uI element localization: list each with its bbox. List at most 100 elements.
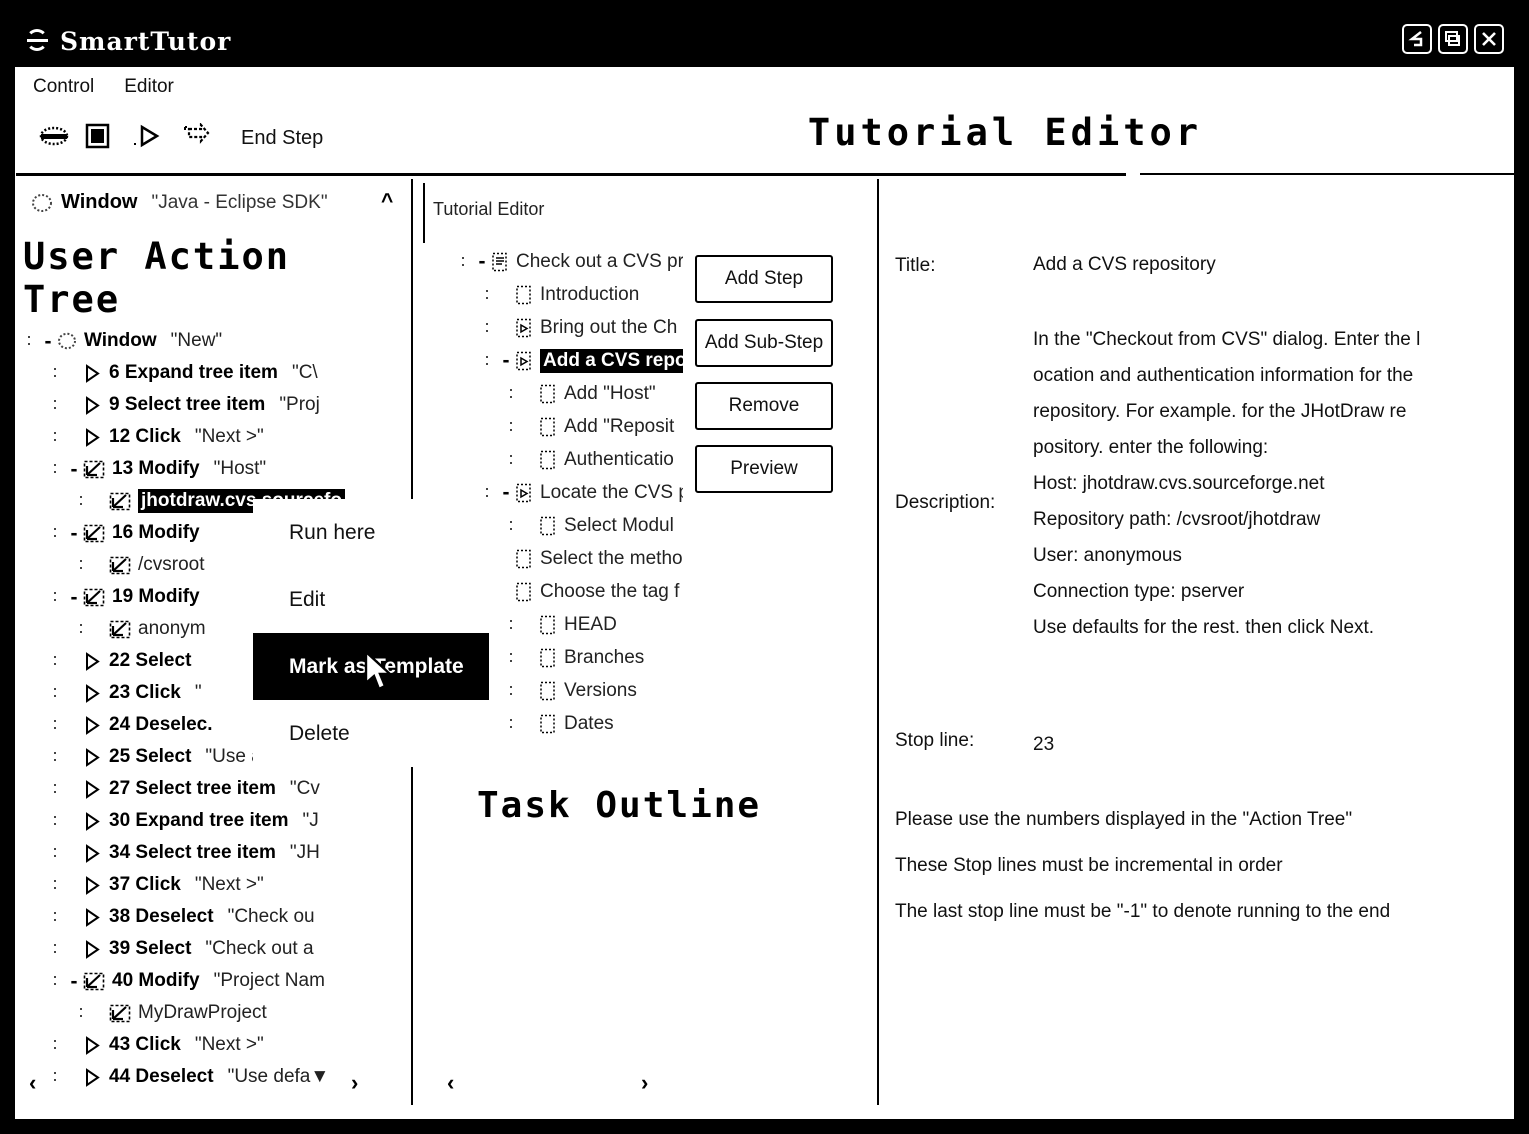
description-line: Host: jhotdraw.cvs.sourceforge.net bbox=[1033, 473, 1325, 494]
tree-toggle[interactable]: - bbox=[473, 251, 491, 272]
left-scroll-left-arrow[interactable]: ‹ bbox=[29, 1072, 36, 1094]
task-outline-row[interactable]: Select the metho bbox=[457, 542, 683, 575]
window-title: SmartTutor bbox=[60, 26, 232, 56]
task-outline-row[interactable]: Versions bbox=[457, 674, 683, 707]
document-icon bbox=[539, 417, 556, 437]
step-icon[interactable] bbox=[133, 123, 167, 153]
edit-icon bbox=[83, 588, 105, 607]
minimize-button[interactable] bbox=[1402, 24, 1432, 54]
task-outline-tree[interactable]: - Check out a CVS pr Introduction Bring out… bbox=[457, 245, 683, 740]
run-icon[interactable] bbox=[181, 122, 215, 153]
tree-toggle[interactable]: - bbox=[65, 587, 83, 608]
action-tree-row[interactable]: 38 Deselect "Check ou bbox=[23, 901, 345, 933]
add-step-button[interactable]: Add Step bbox=[695, 255, 833, 303]
hint-line: Please use the numbers displayed in the … bbox=[895, 809, 1353, 830]
action-tree-row-label: 40 Modify bbox=[112, 970, 200, 991]
maximize-button[interactable] bbox=[1438, 24, 1468, 54]
action-tree-row[interactable]: MyDrawProject bbox=[23, 997, 345, 1029]
menu-item-control[interactable]: Control bbox=[21, 74, 106, 100]
tree-guide bbox=[49, 590, 63, 604]
task-outline-row[interactable]: Choose the tag f bbox=[457, 575, 683, 608]
tree-guide bbox=[49, 846, 63, 860]
tree-guide bbox=[49, 750, 63, 764]
context-menu[interactable]: Run here Edit Mark as Template Delete bbox=[253, 499, 489, 767]
task-outline-row[interactable]: - Check out a CVS pr bbox=[457, 245, 683, 278]
action-tree-row-label: 16 Modify bbox=[112, 522, 200, 543]
action-tree-row-label: 34 Select tree item bbox=[109, 842, 276, 863]
mid-scroll-left-arrow[interactable]: ‹ bbox=[447, 1072, 454, 1094]
description-line: User: anonymous bbox=[1033, 545, 1182, 566]
action-tree-row[interactable]: 9 Select tree item "Proj bbox=[23, 389, 345, 421]
close-button[interactable] bbox=[1474, 24, 1504, 54]
task-outline-row[interactable]: HEAD bbox=[457, 608, 683, 641]
record-icon[interactable] bbox=[37, 123, 71, 153]
tree-toggle[interactable]: - bbox=[497, 350, 515, 371]
left-scroll-right-arrow[interactable]: › bbox=[351, 1072, 358, 1094]
description-line: repository. For example. for the JHotDra… bbox=[1033, 401, 1407, 422]
edit-icon bbox=[83, 460, 105, 479]
task-outline-row-label: Introduction bbox=[540, 283, 640, 305]
hint-line: The last stop line must be "-1" to denot… bbox=[895, 901, 1391, 922]
action-tree-row[interactable]: 39 Select "Check out a bbox=[23, 933, 345, 965]
tree-guide bbox=[505, 420, 519, 434]
menu-item-editor[interactable]: Editor bbox=[112, 74, 186, 100]
context-menu-item[interactable]: Run here bbox=[253, 499, 489, 566]
description-line: Use defaults for the rest. then click Ne… bbox=[1033, 617, 1375, 638]
stop-icon[interactable] bbox=[85, 123, 119, 153]
end-step-label[interactable]: End Step bbox=[241, 127, 323, 150]
action-tree-row[interactable]: - 40 Modify "Project Nam bbox=[23, 965, 345, 997]
add-sub-step-button[interactable]: Add Sub-Step bbox=[695, 319, 833, 367]
tree-toggle[interactable]: - bbox=[39, 331, 57, 352]
action-tree-row[interactable]: 27 Select tree item "Cv bbox=[23, 773, 345, 805]
tree-toggle[interactable]: - bbox=[65, 523, 83, 544]
preview-button[interactable]: Preview bbox=[695, 445, 833, 493]
action-tree-row[interactable]: 44 Deselect "Use defa▼ bbox=[23, 1061, 345, 1093]
action-tree-row[interactable]: - Window "New" bbox=[23, 325, 345, 357]
stop-line-value[interactable]: 23 bbox=[1033, 727, 1054, 762]
play-icon bbox=[83, 779, 102, 799]
edit-icon bbox=[83, 972, 105, 991]
action-tree-row-value: "New" bbox=[170, 330, 223, 351]
task-outline-row[interactable]: - Locate the CVS p bbox=[457, 476, 683, 509]
title-value[interactable]: Add a CVS repository bbox=[1033, 247, 1216, 282]
task-outline-row[interactable]: Add "Reposit bbox=[457, 410, 683, 443]
title-label: Title: bbox=[895, 255, 936, 276]
action-tree-row[interactable]: 6 Expand tree item "C\ bbox=[23, 357, 345, 389]
action-tree-row-label: 19 Modify bbox=[112, 586, 200, 607]
left-panel-tab[interactable]: Window "Java - Eclipse SDK" bbox=[31, 191, 328, 214]
action-tree-row[interactable]: 37 Click "Next >" bbox=[23, 869, 345, 901]
remove-button[interactable]: Remove bbox=[695, 382, 833, 430]
tree-guide bbox=[49, 366, 63, 380]
chevron-up-icon[interactable]: ^ bbox=[381, 191, 393, 212]
description-value[interactable]: In the "Checkout from CVS" dialog. Enter… bbox=[1033, 322, 1420, 646]
context-menu-item[interactable]: Edit bbox=[253, 566, 489, 633]
context-menu-item[interactable]: Delete bbox=[253, 700, 489, 767]
tree-toggle[interactable]: - bbox=[65, 459, 83, 480]
action-tree-row-label: 12 Click bbox=[109, 426, 181, 447]
action-tree-row-label: 30 Expand tree item bbox=[109, 810, 289, 831]
action-tree-row[interactable]: 34 Select tree item "JH bbox=[23, 837, 345, 869]
tree-toggle[interactable]: - bbox=[65, 971, 83, 992]
tree-guide bbox=[505, 618, 519, 632]
action-tree-row[interactable]: 43 Click "Next >" bbox=[23, 1029, 345, 1061]
edit-icon bbox=[109, 1004, 131, 1023]
action-tree-row[interactable]: 30 Expand tree item "J bbox=[23, 805, 345, 837]
action-tree-row[interactable]: - 13 Modify "Host" bbox=[23, 453, 345, 485]
task-outline-row[interactable]: Dates bbox=[457, 707, 683, 740]
tree-guide bbox=[49, 654, 63, 668]
task-outline-row[interactable]: Select Modul bbox=[457, 509, 683, 542]
tree-guide bbox=[49, 974, 63, 988]
task-outline-row[interactable]: Branches bbox=[457, 641, 683, 674]
action-tree-row[interactable]: 12 Click "Next >" bbox=[23, 421, 345, 453]
action-tree-row-value: " bbox=[194, 682, 202, 703]
tree-guide bbox=[75, 494, 89, 508]
task-outline-row[interactable]: Add "Host" bbox=[457, 377, 683, 410]
task-outline-row[interactable]: - Add a CVS repos bbox=[457, 344, 683, 377]
mid-scroll-right-arrow[interactable]: › bbox=[641, 1072, 648, 1094]
tree-guide bbox=[49, 1070, 63, 1084]
mid-panel-tab[interactable]: Tutorial Editor bbox=[433, 199, 544, 220]
tree-toggle[interactable]: - bbox=[497, 482, 515, 503]
task-outline-row[interactable]: Introduction bbox=[457, 278, 683, 311]
task-outline-row[interactable]: Authenticatio bbox=[457, 443, 683, 476]
task-outline-row[interactable]: Bring out the Ch bbox=[457, 311, 683, 344]
